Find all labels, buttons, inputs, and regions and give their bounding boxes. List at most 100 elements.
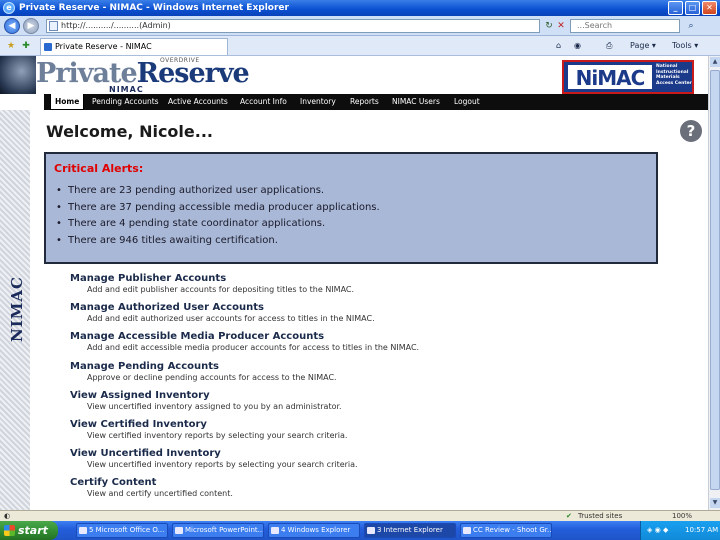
status-bar: ◐ ✔ Trusted sites 100% <box>0 510 720 521</box>
search-icon[interactable]: ⌕ <box>684 19 698 33</box>
nimac-logo: NiMAC National Instructional Materials A… <box>562 60 694 94</box>
critical-alerts-panel: Critical Alerts: There are 23 pending au… <box>44 152 658 264</box>
link-description: Approve or decline pending accounts for … <box>87 372 337 382</box>
link-manage-amp-accounts[interactable]: Manage Accessible Media Producer Account… <box>70 330 670 343</box>
tab-private-reserve[interactable]: Private Reserve - NIMAC <box>40 38 228 55</box>
alerts-title: Critical Alerts: <box>54 162 144 175</box>
nav-nimac-users[interactable]: NIMAC Users <box>392 94 440 110</box>
outlook-icon <box>79 527 87 534</box>
nav-inventory[interactable]: Inventory <box>300 94 336 110</box>
taskbar-item[interactable]: CC Review - Shoot Gr... <box>460 523 552 538</box>
list-item: View Assigned Inventory View uncertified… <box>70 389 670 418</box>
page-icon <box>49 21 58 31</box>
list-item: Certify Content View and certify uncerti… <box>70 476 670 505</box>
forward-button[interactable]: ▶ <box>23 18 39 34</box>
link-view-uncertified-inventory[interactable]: View Uncertified Inventory <box>70 447 670 460</box>
start-button[interactable]: start <box>0 521 58 540</box>
list-item: Manage Publisher Accounts Add and edit p… <box>70 272 670 301</box>
site-banner: OVERDRIVE PrivateReserve NIMAC NiMAC Nat… <box>0 56 708 94</box>
admin-links: Manage Publisher Accounts Add and edit p… <box>70 272 670 506</box>
taskbar-item[interactable]: 5 Microsoft Office O... <box>76 523 168 538</box>
list-item: View Uncertified Inventory View uncertif… <box>70 447 670 476</box>
close-button[interactable]: ✕ <box>702 1 717 15</box>
link-description: Add and edit publisher accounts for depo… <box>87 285 355 294</box>
nav-active-accounts[interactable]: Active Accounts <box>168 94 228 110</box>
taskbar: start 5 Microsoft Office O... Microsoft … <box>0 521 720 540</box>
nav-logout[interactable]: Logout <box>454 94 480 110</box>
address-toolbar: ◀ ▶ http://........../..........(Admin) … <box>0 16 720 36</box>
window-title: Private Reserve - NIMAC - Windows Intern… <box>19 3 289 13</box>
stop-icon[interactable]: ✕ <box>554 19 568 33</box>
nav-reports[interactable]: Reports <box>350 94 379 110</box>
nimac-logo-mark: NiMAC <box>567 64 653 90</box>
link-description: View uncertified inventory assigned to y… <box>87 401 342 411</box>
link-view-certified-inventory[interactable]: View Certified Inventory <box>70 418 670 431</box>
tab-bar: ★ ✚ Private Reserve - NIMAC ⌂ ◉ ⎙ Page ▾… <box>0 36 720 56</box>
tools-menu-label: Tools <box>672 41 692 50</box>
add-favorites-icon[interactable]: ✚ <box>19 39 33 53</box>
taskbar-item[interactable]: 3 Internet Explorer <box>364 523 456 538</box>
nav-home[interactable]: Home <box>50 94 85 110</box>
taskbar-item-label: Microsoft PowerPoint... <box>185 526 264 534</box>
link-description: View and certify uncertified content. <box>87 489 233 499</box>
taskbar-item-label: 4 Windows Explorer <box>281 526 351 534</box>
scroll-up-icon[interactable]: ▲ <box>710 57 720 67</box>
link-view-assigned-inventory[interactable]: View Assigned Inventory <box>70 389 670 402</box>
taskbar-item-label: 5 Microsoft Office O... <box>89 526 165 534</box>
globe-image <box>0 56 36 94</box>
nav-pending-accounts[interactable]: Pending Accounts <box>92 94 159 110</box>
welcome-heading: Welcome, Nicole... <box>46 122 213 141</box>
link-manage-publisher-accounts[interactable]: Manage Publisher Accounts <box>70 272 670 285</box>
favorites-star-icon[interactable]: ★ <box>4 39 18 53</box>
system-tray: ◈ ◉ ◆ 10:57 AM <box>640 521 720 540</box>
nav-account-info[interactable]: Account Info <box>240 94 287 110</box>
window-title-bar: e Private Reserve - NIMAC - Windows Inte… <box>0 0 720 16</box>
side-label: NIMAC <box>2 270 28 350</box>
page-menu-button[interactable]: Page ▾ <box>630 39 656 53</box>
taskbar-item[interactable]: Microsoft PowerPoint... <box>172 523 264 538</box>
home-icon[interactable]: ⌂ <box>556 39 561 53</box>
list-item: View Certified Inventory View certified … <box>70 418 670 447</box>
taskbar-item-label: 3 Internet Explorer <box>377 526 443 534</box>
zoom-level[interactable]: 100% <box>672 511 692 521</box>
page-content: OVERDRIVE PrivateReserve NIMAC NiMAC Nat… <box>0 56 708 510</box>
link-manage-pending-accounts[interactable]: Manage Pending Accounts <box>70 360 670 373</box>
folder-icon <box>271 527 279 534</box>
link-certify-content[interactable]: Certify Content <box>70 476 670 489</box>
status-done-icon: ◐ <box>4 512 11 520</box>
scroll-down-icon[interactable]: ▼ <box>710 498 720 508</box>
tab-label: Private Reserve - NIMAC <box>55 42 152 51</box>
side-label-text: NIMAC <box>8 276 26 342</box>
ie-logo-icon: e <box>3 2 15 14</box>
link-description: View certified inventory reports by sele… <box>87 430 348 440</box>
start-label: start <box>18 524 48 537</box>
clock: 10:57 AM <box>685 526 719 534</box>
vertical-scrollbar[interactable]: ▲ ▼ <box>708 56 720 510</box>
trusted-sites-icon: ✔ <box>566 512 572 520</box>
tools-menu-button[interactable]: Tools ▾ <box>672 39 698 53</box>
feeds-icon[interactable]: ◉ <box>574 39 581 53</box>
app-icon <box>463 527 471 534</box>
taskbar-item-label: CC Review - Shoot Gr... <box>473 526 552 534</box>
address-bar[interactable]: http://........../..........(Admin) <box>46 19 540 33</box>
logo-reserve: Reserve <box>136 58 250 89</box>
help-icon[interactable]: ? <box>680 120 702 142</box>
taskbar-item[interactable]: 4 Windows Explorer <box>268 523 360 538</box>
back-button[interactable]: ◀ <box>4 18 20 34</box>
list-item: Manage Accessible Media Producer Account… <box>70 330 670 359</box>
alert-item: There are 37 pending accessible media pr… <box>56 200 380 217</box>
list-item: Manage Authorized User Accounts Add and … <box>70 301 670 330</box>
ie-icon <box>367 527 375 534</box>
zone-label: Trusted sites <box>578 512 623 520</box>
logo-subtitle: NIMAC <box>109 85 144 94</box>
search-input[interactable]: ...Search <box>570 19 680 33</box>
print-icon[interactable]: ⎙ <box>606 39 612 53</box>
link-description: Add and edit accessible media producer a… <box>87 343 420 353</box>
link-manage-authorized-user-accounts[interactable]: Manage Authorized User Accounts <box>70 301 670 314</box>
maximize-button[interactable]: □ <box>685 1 700 15</box>
page-menu-label: Page <box>630 41 650 50</box>
minimize-button[interactable]: _ <box>668 1 683 15</box>
scroll-thumb[interactable] <box>710 70 720 490</box>
address-url: http://........../..........(Admin) <box>61 21 171 30</box>
tray-icons[interactable]: ◈ ◉ ◆ <box>647 521 668 540</box>
